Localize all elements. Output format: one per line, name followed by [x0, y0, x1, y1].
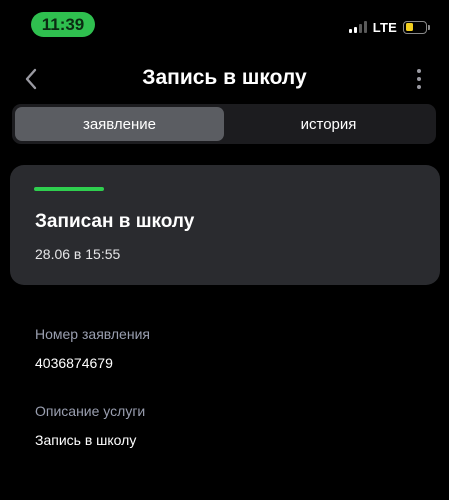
page-title: Запись в школу — [142, 66, 307, 89]
more-vertical-icon-dot — [417, 85, 421, 89]
tab-history[interactable]: история — [224, 107, 433, 141]
signal-icon — [348, 21, 367, 33]
more-vertical-icon — [417, 69, 421, 73]
status-title: Записан в школу — [35, 211, 195, 232]
status-time[interactable]: 11:39 — [31, 12, 95, 37]
status-date: 28.06 в 15:55 — [35, 246, 121, 262]
tab-application[interactable]: заявление — [15, 107, 224, 141]
status-card: Записан в школу 28.06 в 15:55 — [10, 165, 440, 285]
tab-switcher: заявление история — [12, 104, 436, 144]
status-progress-bar — [34, 187, 104, 191]
battery-fill — [405, 23, 413, 31]
screen: 11:39 LTE Запись в школу заявление истор… — [0, 0, 449, 500]
more-vertical-icon-dot — [417, 77, 421, 81]
battery-icon — [403, 20, 430, 34]
service-description-value: Запись в школу — [35, 432, 137, 448]
battery-tip — [428, 24, 430, 30]
network-label: LTE — [372, 19, 397, 35]
more-button[interactable] — [409, 66, 429, 92]
service-description-label: Описание услуги — [35, 403, 146, 419]
status-indicators: LTE — [348, 19, 430, 35]
application-number-value: 4036874679 — [35, 355, 113, 371]
application-number-label: Номер заявления — [35, 326, 150, 342]
